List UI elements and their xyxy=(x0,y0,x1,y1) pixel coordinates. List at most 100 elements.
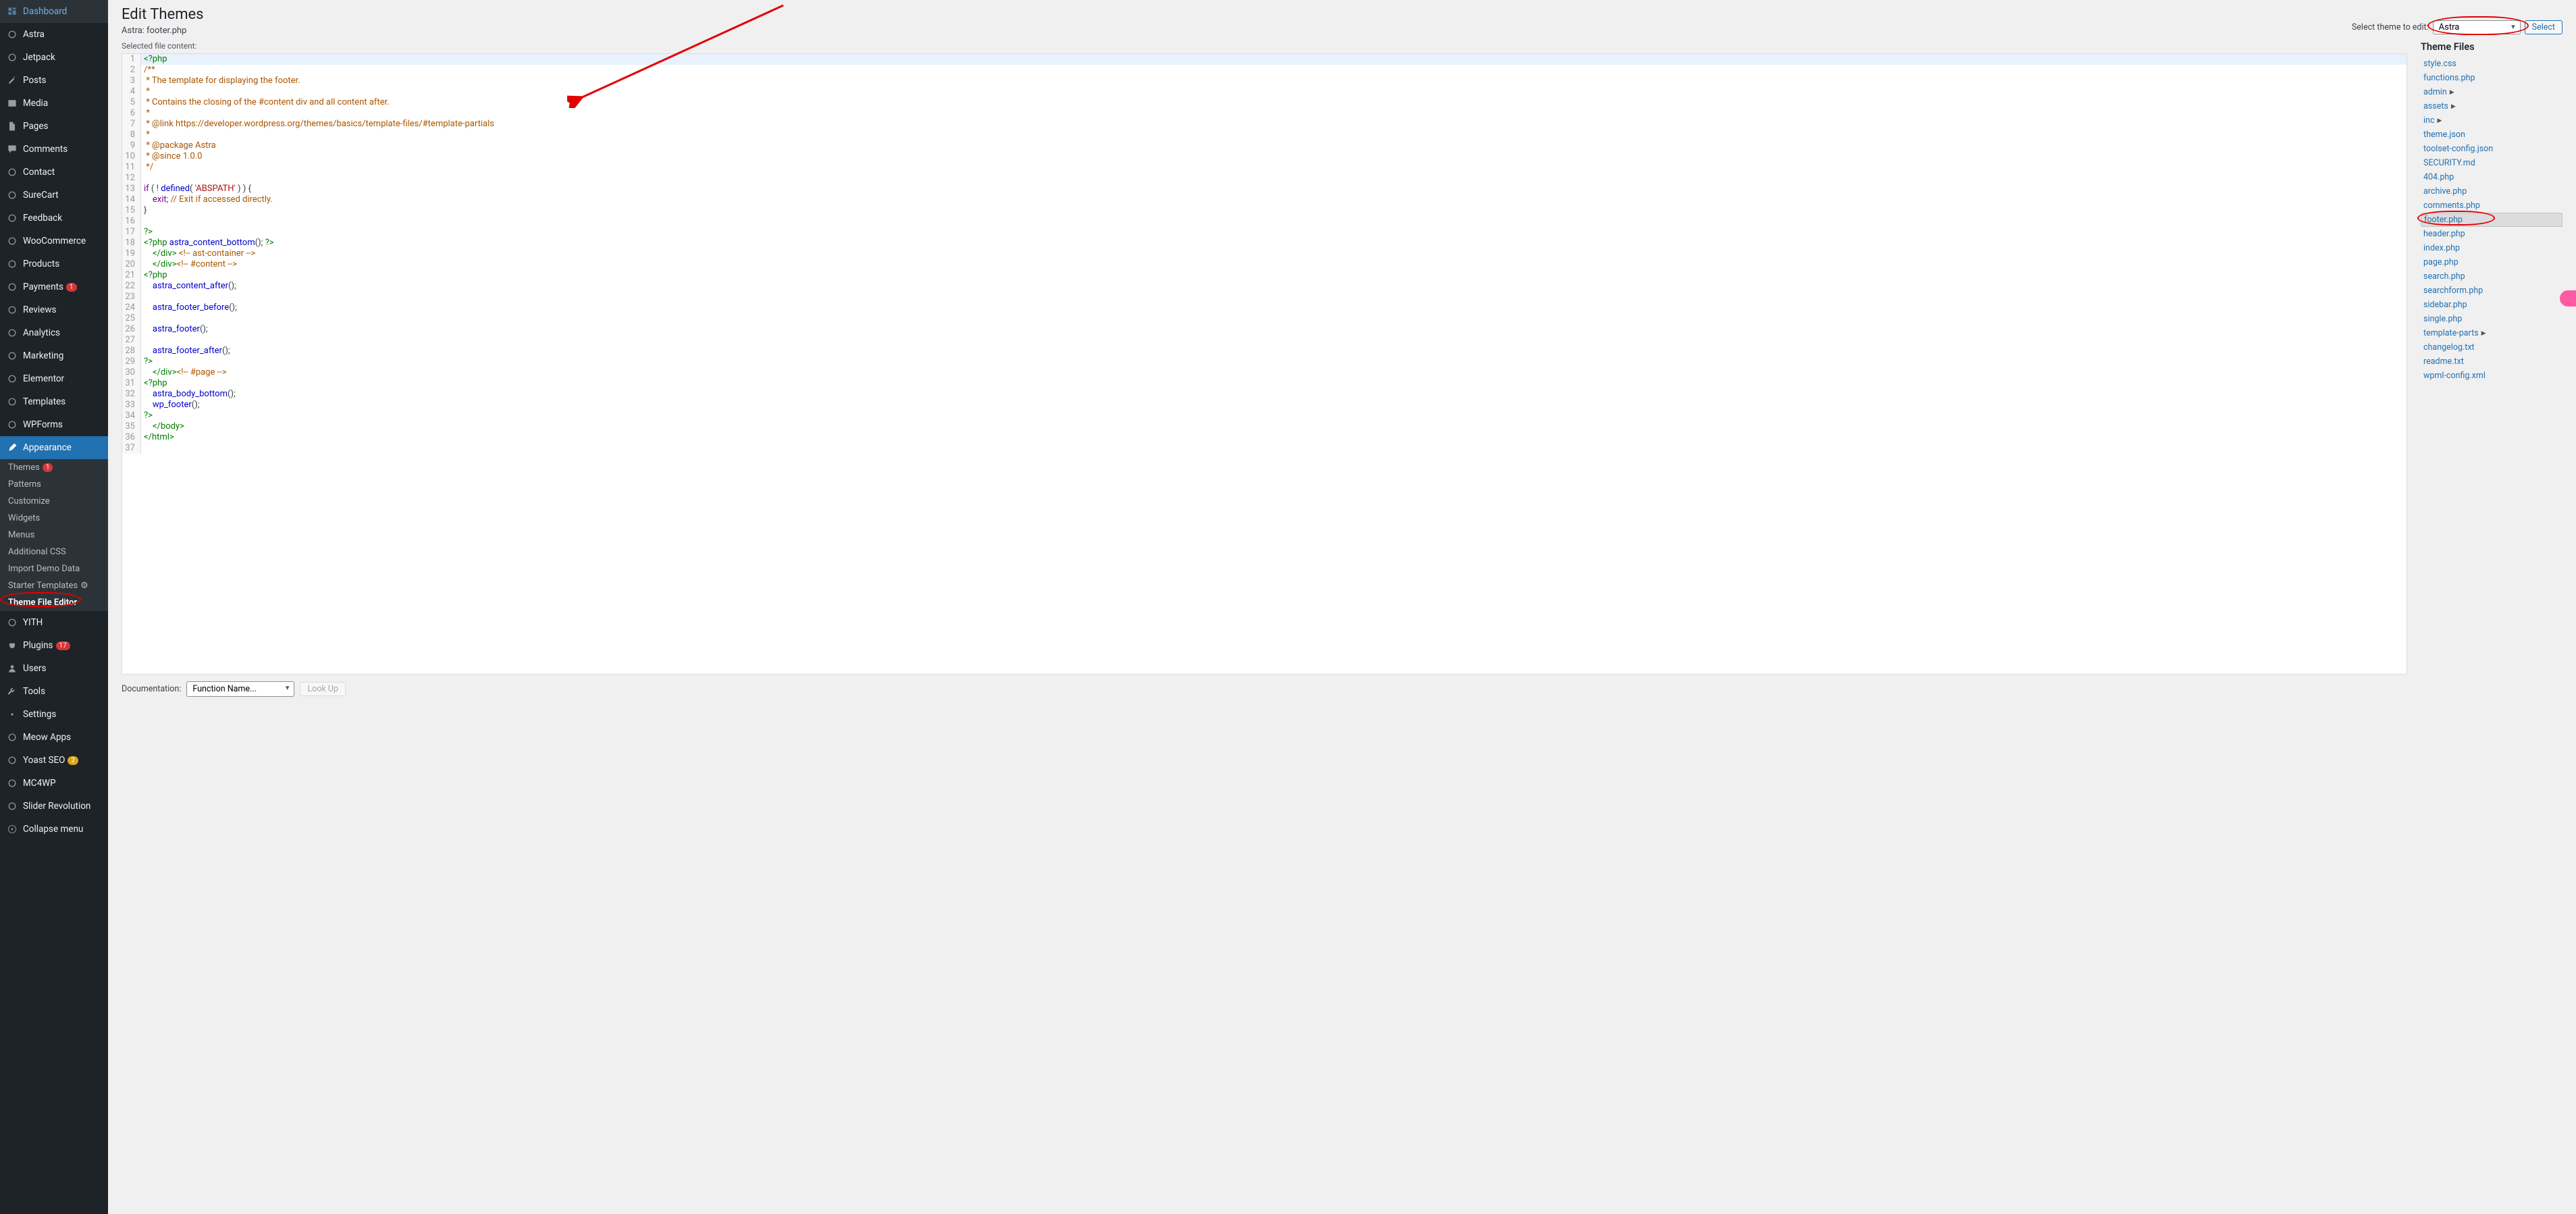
code-line[interactable]: 31<?php xyxy=(122,378,2407,389)
sidebar-item-jetpack[interactable]: Jetpack xyxy=(0,46,108,69)
sidebar-item-payments[interactable]: Payments1 xyxy=(0,275,108,298)
code-text[interactable] xyxy=(141,216,144,227)
code-text[interactable]: exit; // Exit if accessed directly. xyxy=(141,194,273,205)
theme-file-404-php[interactable]: 404.php xyxy=(2421,170,2562,184)
code-text[interactable]: wp_footer(); xyxy=(141,400,199,411)
code-text[interactable]: astra_footer_after(); xyxy=(141,346,230,357)
code-text[interactable] xyxy=(141,335,144,346)
select-button[interactable]: Select xyxy=(2525,20,2562,34)
code-text[interactable] xyxy=(141,313,144,324)
code-line[interactable]: 10 * @since 1.0.0 xyxy=(122,151,2407,162)
code-line[interactable]: 8 * xyxy=(122,130,2407,140)
sidebar-item-products[interactable]: Products xyxy=(0,253,108,275)
code-text[interactable]: astra_content_after(); xyxy=(141,281,236,292)
sidebar-item-pages[interactable]: Pages xyxy=(0,115,108,138)
code-line[interactable]: 9 * @package Astra xyxy=(122,140,2407,151)
sidebar-item-wpforms[interactable]: WPForms xyxy=(0,413,108,436)
sidebar-item-plugins[interactable]: Plugins17 xyxy=(0,634,108,657)
sidebar-item-meow-apps[interactable]: Meow Apps xyxy=(0,726,108,749)
sidebar-subitem-customize[interactable]: Customize xyxy=(0,493,108,510)
theme-file-template-parts[interactable]: template-parts▶ xyxy=(2421,326,2562,340)
theme-file-search-php[interactable]: search.php xyxy=(2421,269,2562,284)
code-line[interactable]: 21<?php xyxy=(122,270,2407,281)
theme-file-sidebar-php[interactable]: sidebar.php xyxy=(2421,298,2562,312)
code-line[interactable]: 22 astra_content_after(); xyxy=(122,281,2407,292)
code-text[interactable]: <?php astra_content_bottom(); ?> xyxy=(141,238,274,248)
theme-file-theme-json[interactable]: theme.json xyxy=(2421,128,2562,142)
sidebar-item-posts[interactable]: Posts xyxy=(0,69,108,92)
sidebar-item-analytics[interactable]: Analytics xyxy=(0,321,108,344)
code-text[interactable]: * xyxy=(141,130,150,140)
code-line[interactable]: 12 xyxy=(122,173,2407,184)
code-line[interactable]: 6 * xyxy=(122,108,2407,119)
code-line[interactable]: 33 wp_footer(); xyxy=(122,400,2407,411)
theme-file-readme-txt[interactable]: readme.txt xyxy=(2421,354,2562,369)
code-text[interactable]: */ xyxy=(141,162,153,173)
code-text[interactable]: <?php xyxy=(141,270,167,281)
theme-file-assets[interactable]: assets▶ xyxy=(2421,99,2562,113)
theme-file-searchform-php[interactable]: searchform.php xyxy=(2421,284,2562,298)
code-text[interactable]: * @since 1.0.0 xyxy=(141,151,202,162)
code-line[interactable]: 19 </div> <!-- ast-container --> xyxy=(122,248,2407,259)
code-line[interactable]: 7 * @link https://developer.wordpress.or… xyxy=(122,119,2407,130)
sidebar-subitem-theme-file-editor[interactable]: Theme File Editor xyxy=(0,594,108,611)
code-line[interactable]: 23 xyxy=(122,292,2407,302)
lookup-button[interactable]: Look Up xyxy=(300,682,346,696)
sidebar-item-elementor[interactable]: Elementor xyxy=(0,367,108,390)
sidebar-item-slider-revolution[interactable]: Slider Revolution xyxy=(0,795,108,818)
sidebar-subitem-starter-templates[interactable]: Starter Templates⚙ xyxy=(0,577,108,594)
sidebar-subitem-patterns[interactable]: Patterns xyxy=(0,476,108,493)
code-text[interactable]: * xyxy=(141,86,150,97)
code-text[interactable]: astra_footer_before(); xyxy=(141,302,237,313)
code-line[interactable]: 28 astra_footer_after(); xyxy=(122,346,2407,357)
sidebar-item-marketing[interactable]: Marketing xyxy=(0,344,108,367)
code-line[interactable]: 16 xyxy=(122,216,2407,227)
code-line[interactable]: 36</html> xyxy=(122,432,2407,443)
sidebar-item-reviews[interactable]: Reviews xyxy=(0,298,108,321)
code-line[interactable]: 34?> xyxy=(122,411,2407,421)
theme-select[interactable]: Astra xyxy=(2433,20,2521,34)
code-text[interactable]: * The template for displaying the footer… xyxy=(141,76,300,86)
code-text[interactable]: * Contains the closing of the #content d… xyxy=(141,97,390,108)
code-text[interactable]: * @package Astra xyxy=(141,140,216,151)
code-text[interactable]: } xyxy=(141,205,147,216)
code-text[interactable]: astra_body_bottom(); xyxy=(141,389,236,400)
code-line[interactable]: 27 xyxy=(122,335,2407,346)
theme-file-changelog-txt[interactable]: changelog.txt xyxy=(2421,340,2562,354)
code-text[interactable]: </body> xyxy=(141,421,184,432)
code-text[interactable]: * @link https://developer.wordpress.org/… xyxy=(141,119,494,130)
sidebar-item-users[interactable]: Users xyxy=(0,657,108,680)
sidebar-item-woocommerce[interactable]: WooCommerce xyxy=(0,230,108,253)
code-text[interactable]: <?php xyxy=(141,378,167,389)
theme-file-functions-php[interactable]: functions.php xyxy=(2421,71,2562,85)
sidebar-item-yith[interactable]: YITH xyxy=(0,611,108,634)
theme-file-archive-php[interactable]: archive.php xyxy=(2421,184,2562,199)
sidebar-item-comments[interactable]: Comments xyxy=(0,138,108,161)
code-text[interactable]: ?> xyxy=(141,357,153,367)
code-editor[interactable]: 1<?php2/**3 * The template for displayin… xyxy=(122,53,2407,675)
code-line[interactable]: 15} xyxy=(122,205,2407,216)
theme-file-security-md[interactable]: SECURITY.md xyxy=(2421,156,2562,170)
code-text[interactable]: /** xyxy=(141,65,155,76)
code-line[interactable]: 5 * Contains the closing of the #content… xyxy=(122,97,2407,108)
code-text[interactable]: </div><!-- #content --> xyxy=(141,259,237,270)
code-line[interactable]: 1<?php xyxy=(122,54,2407,65)
code-text[interactable] xyxy=(141,292,144,302)
theme-file-index-php[interactable]: index.php xyxy=(2421,241,2562,255)
sidebar-subitem-themes[interactable]: Themes1 xyxy=(0,459,108,476)
code-text[interactable]: astra_footer(); xyxy=(141,324,208,335)
code-line[interactable]: 20 </div><!-- #content --> xyxy=(122,259,2407,270)
code-line[interactable]: 26 astra_footer(); xyxy=(122,324,2407,335)
sidebar-item-feedback[interactable]: Feedback xyxy=(0,207,108,230)
sidebar-item-templates[interactable]: Templates xyxy=(0,390,108,413)
code-line[interactable]: 25 xyxy=(122,313,2407,324)
code-line[interactable]: 18<?php astra_content_bottom(); ?> xyxy=(122,238,2407,248)
theme-file-header-php[interactable]: header.php xyxy=(2421,227,2562,241)
sidebar-item-settings[interactable]: Settings xyxy=(0,703,108,726)
code-text[interactable]: <?php xyxy=(141,54,167,65)
sidebar-subitem-menus[interactable]: Menus xyxy=(0,527,108,544)
theme-file-footer-php[interactable]: footer.php xyxy=(2421,213,2562,227)
sidebar-item-dashboard[interactable]: Dashboard xyxy=(0,0,108,23)
sidebar-item-tools[interactable]: Tools xyxy=(0,680,108,703)
sidebar-item-mc4wp[interactable]: MC4WP xyxy=(0,772,108,795)
